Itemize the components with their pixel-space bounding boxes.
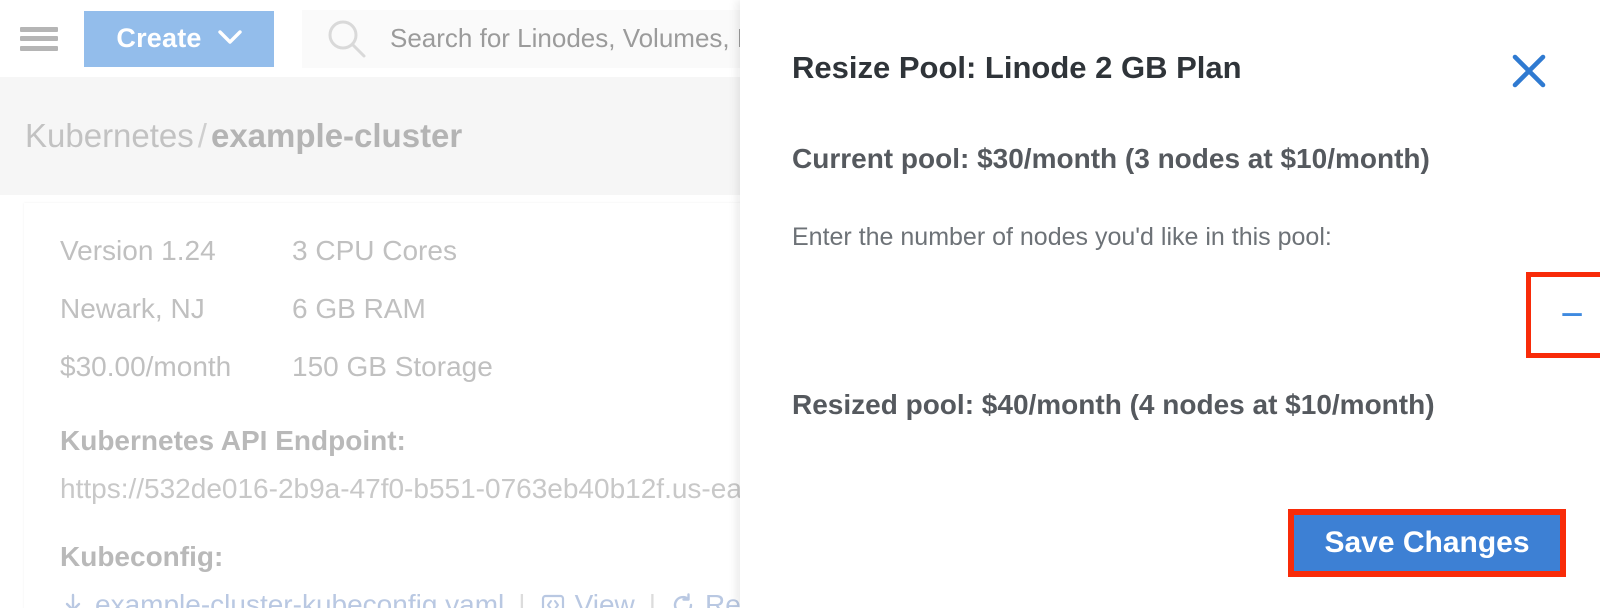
create-button-label: Create — [116, 23, 202, 53]
close-icon[interactable] — [1506, 48, 1552, 94]
api-endpoint-label: Kubernetes API Endpoint: — [60, 425, 406, 456]
summary-cpu: 3 CPU Cores — [292, 235, 457, 266]
download-icon — [60, 592, 86, 608]
action-divider: | — [518, 589, 526, 608]
search-input[interactable]: Search for Linodes, Volumes, N — [390, 23, 756, 54]
app-root: Create Search for Linodes, Volumes, N Ku… — [0, 0, 1600, 608]
kubeconfig-actions: example-cluster-kubeconfig.yaml | View | — [60, 589, 778, 608]
hamburger-bar — [20, 26, 58, 32]
create-button[interactable]: Create — [84, 10, 274, 67]
kubeconfig-label: Kubeconfig: — [60, 541, 224, 572]
breadcrumb-separator: / — [197, 117, 207, 154]
hamburger-bar — [20, 45, 58, 51]
resized-pool-text: Resized pool: $40/month (4 nodes at $10/… — [792, 389, 1435, 420]
summary-version: Version 1.24 — [60, 235, 216, 266]
summary-storage: 150 GB Storage — [292, 351, 493, 382]
code-view-icon — [540, 592, 566, 608]
node-count-stepper: − 4 + — [1531, 277, 1600, 353]
kubeconfig-view-label: View — [574, 589, 635, 608]
breadcrumb: Kubernetes / example-cluster — [25, 117, 462, 155]
summary-region: Newark, NJ — [60, 293, 205, 324]
node-count-stepper-highlight: − 4 + — [1526, 272, 1600, 358]
current-pool-text: Current pool: $30/month (3 nodes at $10/… — [792, 143, 1430, 174]
refresh-icon — [670, 592, 696, 608]
hamburger-bar — [20, 36, 58, 41]
breadcrumb-current: example-cluster — [210, 117, 463, 154]
drawer-title: Resize Pool: Linode 2 GB Plan — [792, 50, 1242, 85]
decrement-button[interactable]: − — [1549, 292, 1595, 338]
resize-pool-drawer: Resize Pool: Linode 2 GB Plan Current po… — [740, 0, 1600, 608]
search-icon — [324, 16, 370, 62]
kubeconfig-file-name: example-cluster-kubeconfig.yaml — [95, 589, 505, 608]
chevron-down-icon — [217, 28, 242, 49]
hamburger-icon[interactable] — [20, 24, 58, 54]
save-button-highlight: Save Changes — [1288, 509, 1566, 577]
breadcrumb-parent[interactable]: Kubernetes — [25, 117, 194, 154]
action-divider: | — [648, 589, 657, 608]
summary-ram: 6 GB RAM — [292, 293, 426, 324]
api-endpoint-block: Kubernetes API Endpoint: https://532de01… — [60, 425, 796, 505]
api-endpoint-value: https://532de016-2b9a-47f0-b551-0763eb40… — [60, 473, 797, 504]
save-changes-button[interactable]: Save Changes — [1294, 515, 1560, 571]
kubeconfig-view-link[interactable]: View — [540, 589, 635, 608]
kubeconfig-block: Kubeconfig: example-cluster-kubeconfig.y… — [60, 541, 778, 608]
node-count-prompt: Enter the number of nodes you'd like in … — [792, 223, 1332, 251]
summary-price: $30.00/month — [60, 351, 232, 382]
cluster-summary-grid: Version 1.24 3 CPU Cores Newark, NJ 6 GB… — [60, 235, 493, 383]
kubeconfig-download-link[interactable]: example-cluster-kubeconfig.yaml — [60, 589, 504, 608]
